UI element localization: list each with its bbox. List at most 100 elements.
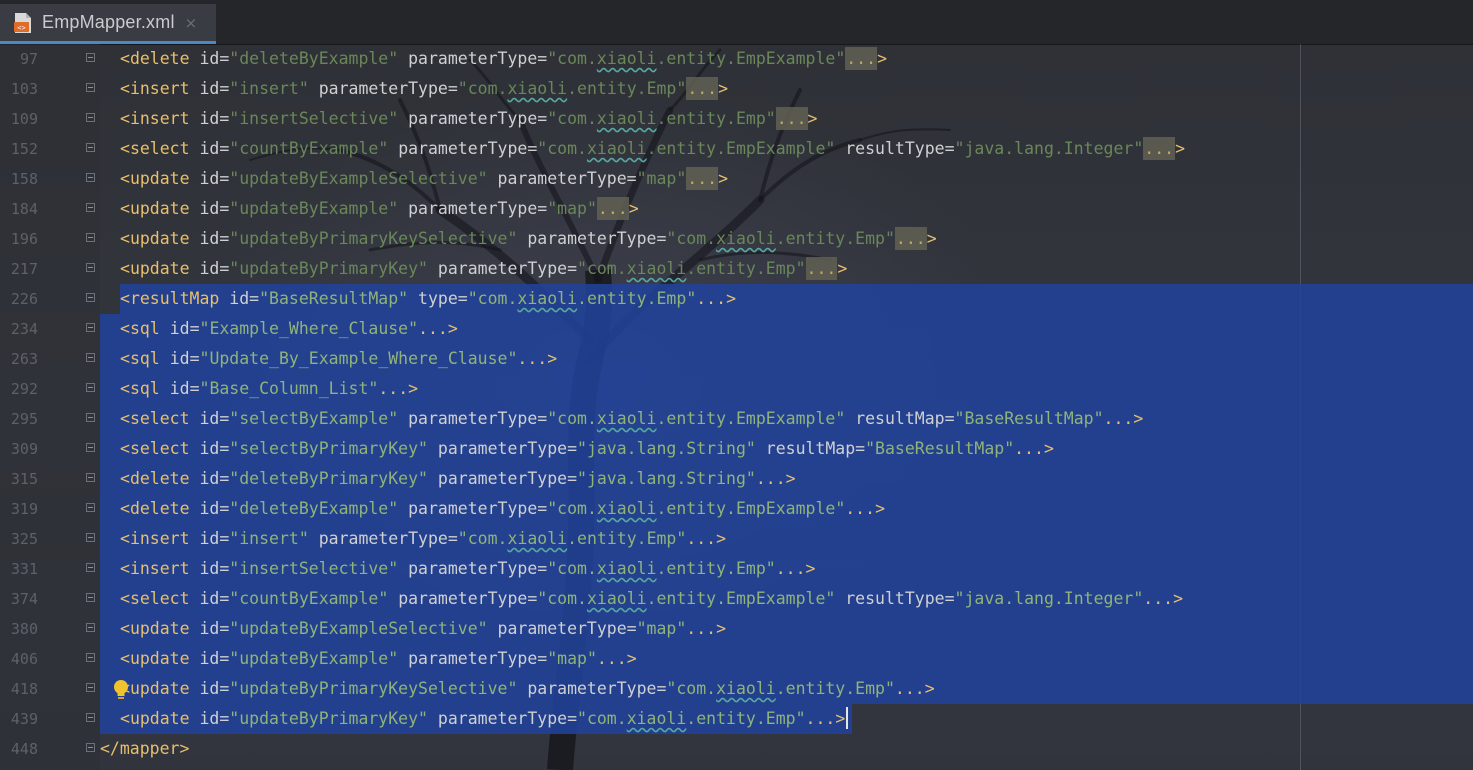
code-line[interactable]: 374 <select id="countByExample" parameter… (0, 584, 1473, 614)
code-line[interactable]: 331 <insert id="insertSelective" paramete… (0, 554, 1473, 584)
code-area[interactable]: 97 <delete id="deleteByExample" parameter… (0, 44, 1473, 764)
fold-marker-icon[interactable] (86, 743, 95, 752)
fold-marker-icon[interactable] (86, 233, 95, 242)
fold-placeholder: ... (894, 227, 927, 250)
attr-value: selectByPrimaryKey (239, 439, 419, 458)
tab-close-icon[interactable]: × (185, 14, 198, 32)
tag-name: insert (129, 559, 190, 578)
fold-marker-icon[interactable] (86, 683, 95, 692)
code-line[interactable]: 217 <update id="updateByPrimaryKey" param… (0, 254, 1473, 284)
fold-marker-icon[interactable] (86, 173, 95, 182)
code-line[interactable]: 325 <insert id="insert" parameterType="co… (0, 524, 1473, 554)
fold-marker-icon[interactable] (86, 353, 95, 362)
code-line[interactable]: 439 <update id="updateByPrimaryKey" param… (0, 704, 1473, 734)
line-number: 217 (10, 260, 38, 278)
fold-marker-icon[interactable] (86, 113, 95, 122)
attr-value: deleteByExample (239, 499, 389, 518)
fold-marker-icon[interactable] (86, 503, 95, 512)
attr-value: com.xiaoli.entity.EmpExample (547, 589, 826, 608)
code-line[interactable]: 103 <insert id="insert" parameterType="co… (0, 74, 1473, 104)
code-line[interactable]: 295 <select id="selectByExample" paramete… (0, 404, 1473, 434)
code-line[interactable]: 263 <sql id="Update_By_Example_Where_Clau… (0, 344, 1473, 374)
tag-close: > (628, 199, 639, 218)
code-line[interactable]: 158 <update id="updateByExampleSelective"… (0, 164, 1473, 194)
tag-close: > (835, 709, 846, 728)
code-line[interactable]: 309 <select id="selectByPrimaryKey" param… (0, 434, 1473, 464)
tag-name: select (129, 139, 190, 158)
tab-empmapper-xml[interactable]: <> EmpMapper.xml × (0, 4, 216, 44)
attr-quote: " (1093, 409, 1104, 428)
equals: = (219, 499, 230, 518)
attr-quote: " (259, 289, 270, 308)
code-line[interactable]: 226 <resultMap id="BaseResultMap" type="c… (0, 284, 1473, 314)
fold-marker-icon[interactable] (86, 413, 95, 422)
line-number: 319 (10, 500, 38, 518)
line-number: 226 (10, 290, 38, 308)
code-line[interactable]: 234 <sql id="Example_Where_Clause"...> (0, 314, 1473, 344)
fold-marker-icon[interactable] (86, 143, 95, 152)
code-line[interactable]: 406 <update id="updateByExample" paramete… (0, 644, 1473, 674)
attr-quote: " (636, 619, 647, 638)
code-line[interactable]: 152 <select id="countByExample" parameter… (0, 134, 1473, 164)
code-line[interactable]: 380 <update id="updateByExampleSelective"… (0, 614, 1473, 644)
tag-close: > (408, 379, 419, 398)
attr-name-id: id (199, 559, 220, 578)
code-line[interactable]: 418<update id="updateByPrimaryKeySelecti… (0, 674, 1473, 704)
fold-marker-icon[interactable] (86, 263, 95, 272)
code-line[interactable]: 448 </mapper> (0, 734, 1473, 764)
fold-marker-icon[interactable] (86, 563, 95, 572)
code-text: <update id="updateByPrimaryKey" paramete… (120, 704, 849, 734)
equals: = (537, 409, 548, 428)
fold-marker-icon[interactable] (86, 83, 95, 92)
fold-marker-icon[interactable] (86, 533, 95, 542)
fold-marker-icon[interactable] (86, 293, 95, 302)
code-line[interactable]: 97 <delete id="deleteByExample" parameter… (0, 44, 1473, 74)
attr-name-result: resultType (845, 589, 945, 608)
attr-value: com.xiaoli.entity.Emp (676, 679, 885, 698)
equals: = (219, 529, 230, 548)
code-line[interactable]: 184 <update id="updateByExample" paramete… (0, 194, 1473, 224)
attr-quote: " (418, 439, 428, 458)
code-line[interactable]: 315 <delete id="deleteByPrimaryKey" param… (0, 464, 1473, 494)
fold-marker-icon[interactable] (86, 383, 95, 392)
attr-name-param: parameterType (408, 499, 538, 518)
tag-name: resultMap (129, 289, 220, 308)
fold-marker-icon[interactable] (86, 473, 95, 482)
attr-quote: " (229, 49, 240, 68)
closing-tag: </mapper> (100, 739, 190, 758)
code-line[interactable]: 109 <insert id="insertSelective" paramete… (0, 104, 1473, 134)
code-line[interactable]: 196 <update id="updateByPrimaryKeySelecti… (0, 224, 1473, 254)
fold-marker-icon[interactable] (86, 443, 95, 452)
attr-quote: " (477, 619, 488, 638)
tag-open: < (120, 409, 130, 428)
attr-quote: " (537, 139, 548, 158)
fold-marker-icon[interactable] (86, 323, 95, 332)
attr-quote: " (835, 499, 846, 518)
attr-value: map (557, 649, 587, 668)
equals: = (537, 199, 548, 218)
equals: = (537, 499, 548, 518)
fold-marker-icon[interactable] (86, 653, 95, 662)
tag-open: < (120, 709, 130, 728)
fold-placeholder: ... (1143, 589, 1174, 608)
equals: = (219, 709, 230, 728)
fold-marker-icon[interactable] (86, 53, 95, 62)
equals: = (447, 79, 458, 98)
code-text: <resultMap id="BaseResultMap" type="com.… (120, 284, 736, 314)
fold-marker-icon[interactable] (86, 593, 95, 602)
code-text: <delete id="deleteByExample" parameterTy… (120, 44, 887, 74)
attr-name-id: id (199, 109, 220, 128)
tag-close: > (875, 499, 885, 518)
attr-quote: " (388, 49, 399, 68)
attr-name-id: id (199, 259, 220, 278)
lightbulb-icon[interactable] (111, 679, 131, 701)
fold-marker-icon[interactable] (86, 623, 95, 632)
code-line[interactable]: 319 <delete id="deleteByExample" paramete… (0, 494, 1473, 524)
attr-value: updateByPrimaryKeySelective (239, 679, 508, 698)
attr-value: map (557, 199, 587, 218)
fold-marker-icon[interactable] (86, 203, 95, 212)
tag-close: > (726, 289, 736, 308)
code-line[interactable]: 292 <sql id="Base_Column_List"...> (0, 374, 1473, 404)
fold-marker-icon[interactable] (86, 713, 95, 722)
fold-placeholder: ... (805, 709, 836, 728)
